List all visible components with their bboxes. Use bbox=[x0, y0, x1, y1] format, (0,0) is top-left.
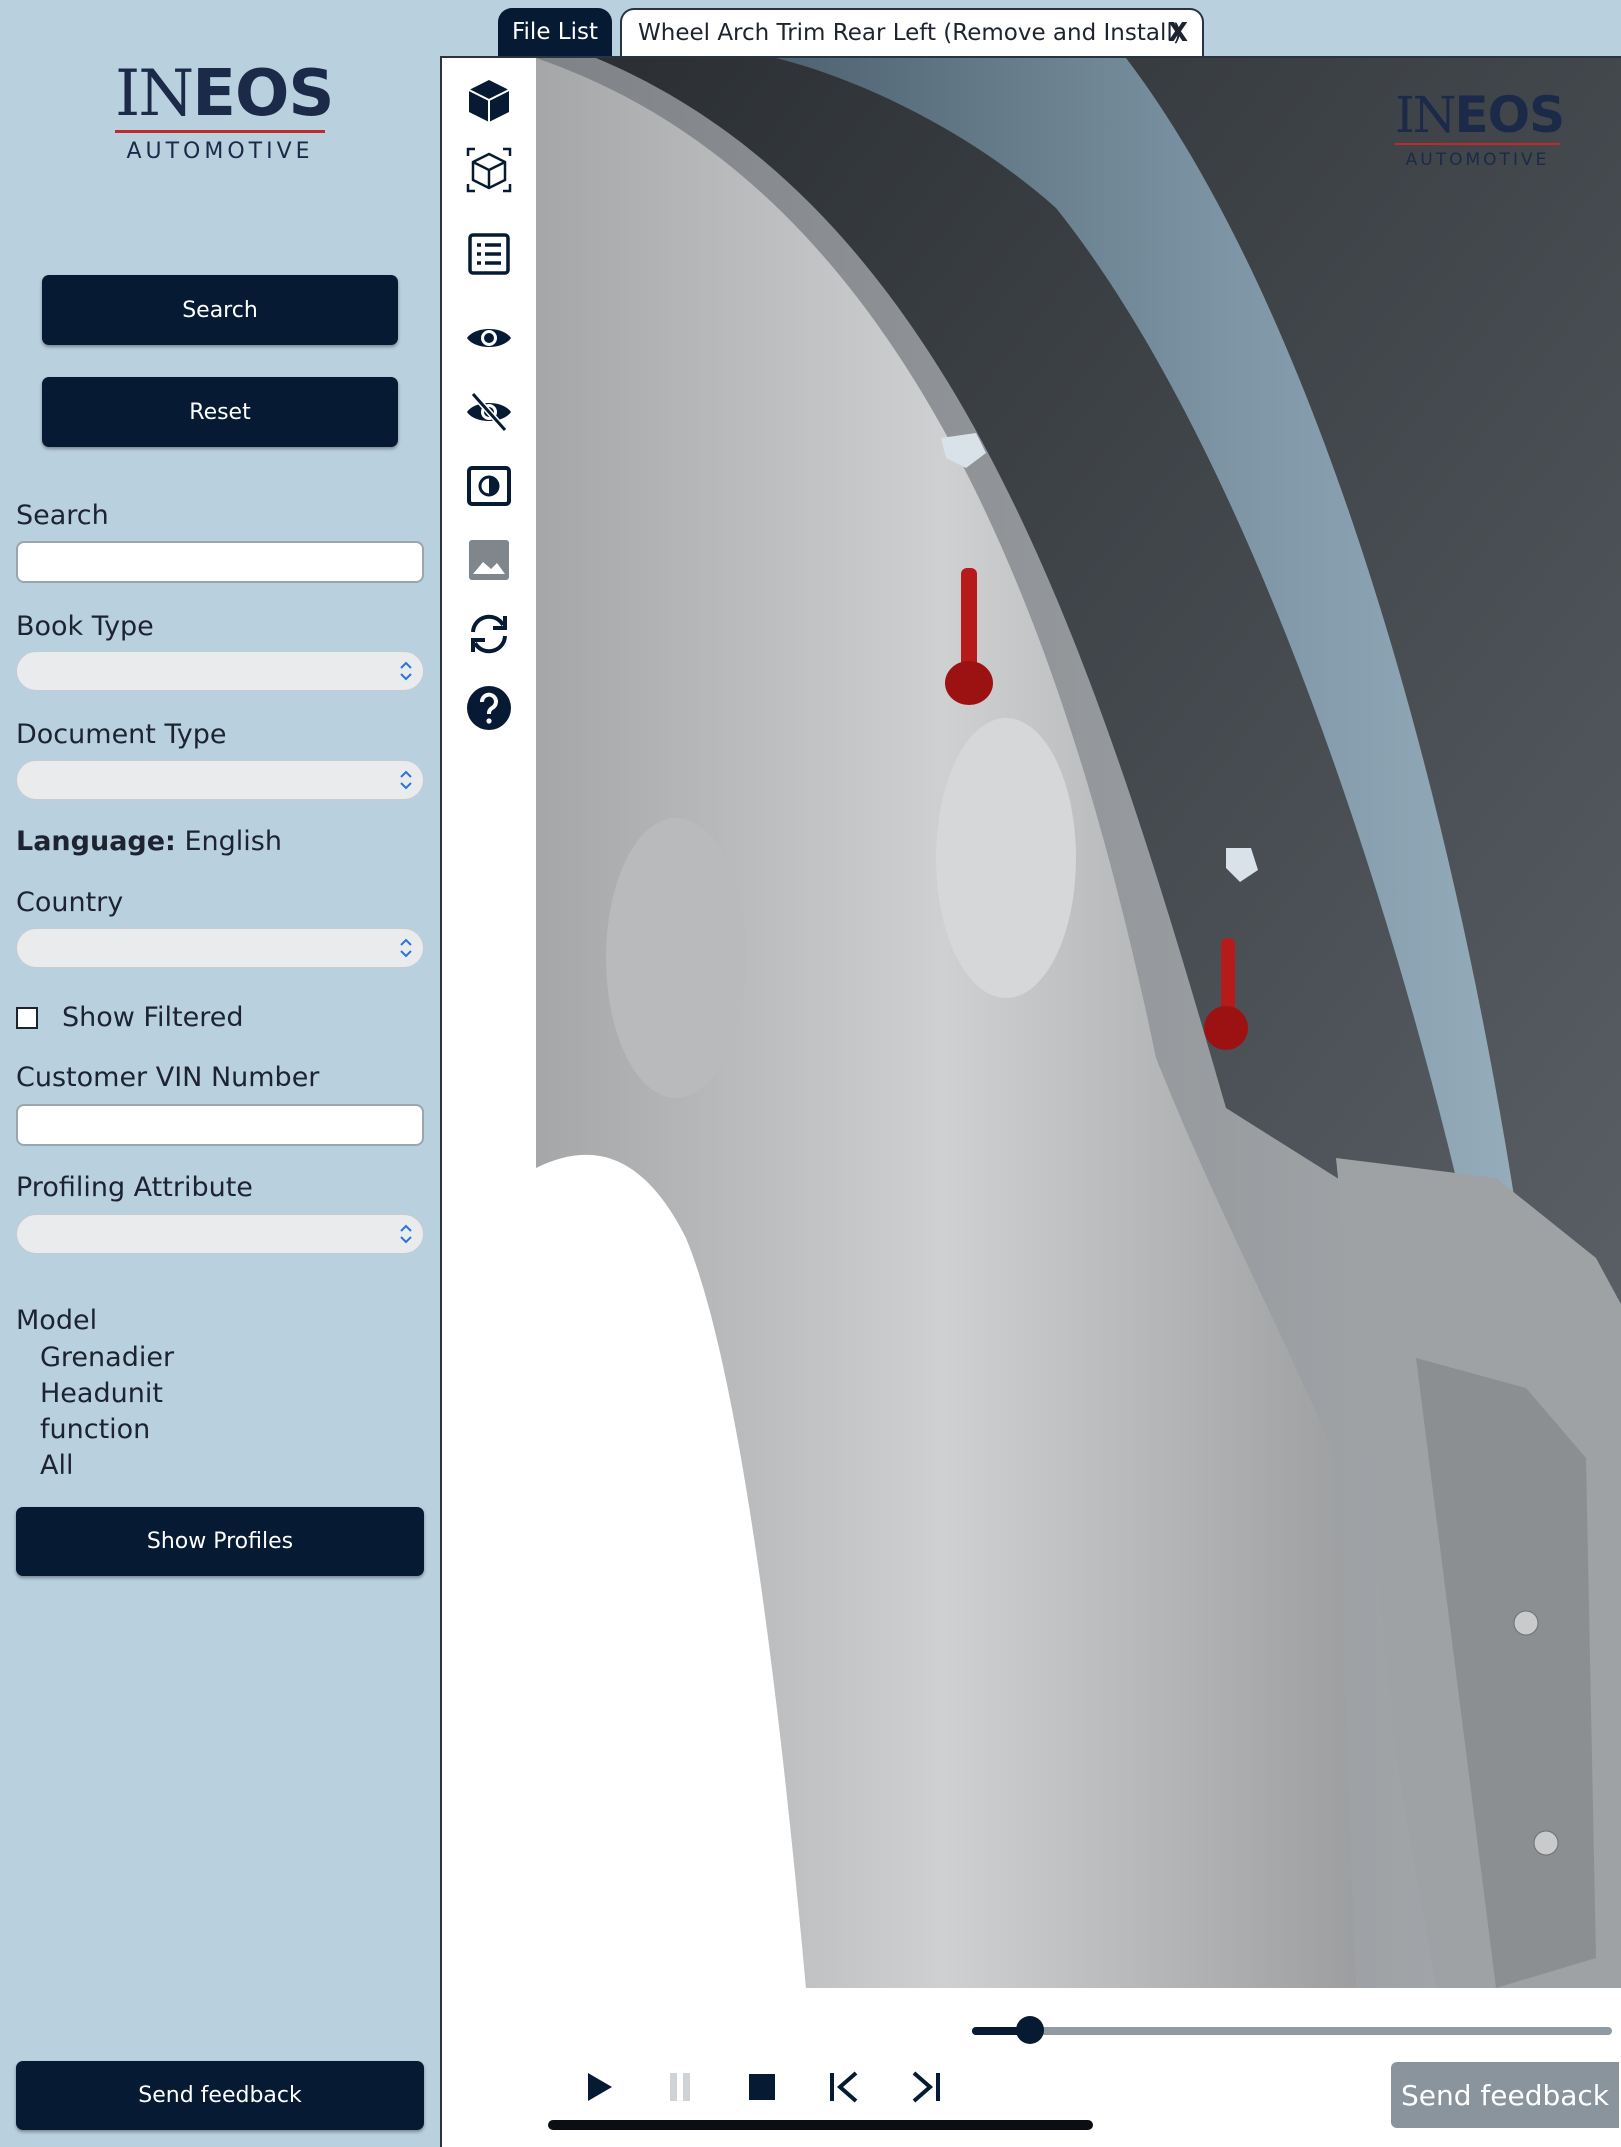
list-item: function bbox=[40, 1414, 151, 1445]
eye-icon[interactable] bbox=[465, 314, 513, 362]
list-item: Headunit bbox=[40, 1378, 163, 1409]
vin-label: Customer VIN Number bbox=[16, 1062, 320, 1093]
search-button[interactable]: Search bbox=[42, 275, 398, 345]
chevron-updown-icon bbox=[400, 661, 412, 681]
show-filtered-label: Show Filtered bbox=[62, 1002, 244, 1033]
solid-cube-icon[interactable] bbox=[465, 76, 513, 124]
country-label: Country bbox=[16, 887, 124, 918]
eye-slash-icon[interactable] bbox=[465, 388, 513, 436]
vin-input[interactable] bbox=[16, 1104, 424, 1146]
ineos-logo-viewer: INEOS AUTOMOTIVE bbox=[1395, 86, 1565, 170]
list-icon[interactable] bbox=[465, 230, 513, 278]
send-feedback-viewer-button[interactable]: Send feedback bbox=[1391, 2062, 1619, 2128]
wireframe-cube-icon[interactable] bbox=[465, 146, 513, 194]
language-row: Language: English bbox=[16, 826, 282, 857]
skip-forward-icon[interactable] bbox=[906, 2067, 946, 2107]
contrast-icon[interactable] bbox=[465, 462, 513, 510]
show-profiles-button[interactable]: Show Profiles bbox=[16, 1507, 424, 1576]
language-value: English bbox=[184, 826, 282, 857]
book-type-label: Book Type bbox=[16, 611, 154, 642]
search-label: Search bbox=[16, 500, 109, 531]
profiling-attribute-label: Profiling Attribute bbox=[16, 1172, 253, 1203]
country-select[interactable] bbox=[16, 928, 424, 968]
3d-viewer[interactable] bbox=[440, 56, 1621, 2147]
help-icon[interactable] bbox=[465, 684, 513, 732]
3d-model-canvas[interactable] bbox=[536, 58, 1621, 1988]
book-type-select[interactable] bbox=[16, 651, 424, 691]
language-label: Language: bbox=[16, 826, 176, 857]
document-type-label: Document Type bbox=[16, 719, 227, 750]
chevron-updown-icon bbox=[400, 1224, 412, 1244]
close-tab-button[interactable]: X bbox=[1168, 10, 1188, 56]
pause-icon[interactable] bbox=[660, 2067, 700, 2107]
horizontal-scrollbar[interactable] bbox=[548, 2120, 1093, 2130]
profiling-attribute-select[interactable] bbox=[16, 1214, 424, 1254]
chevron-updown-icon bbox=[400, 770, 412, 790]
play-icon[interactable] bbox=[578, 2067, 618, 2107]
list-item: Grenadier bbox=[40, 1342, 175, 1373]
list-item: All bbox=[40, 1450, 74, 1481]
skip-back-icon[interactable] bbox=[824, 2067, 864, 2107]
tab-document[interactable]: Wheel Arch Trim Rear Left (Remove and In… bbox=[620, 8, 1204, 56]
playback-progress-slider[interactable] bbox=[972, 2016, 1612, 2044]
document-type-select[interactable] bbox=[16, 760, 424, 800]
sidebar: INEOS AUTOMOTIVE Search Reset Search Boo… bbox=[0, 0, 440, 2147]
viewer-toolbar bbox=[442, 58, 536, 1182]
image-icon[interactable] bbox=[465, 536, 513, 584]
stop-icon[interactable] bbox=[742, 2067, 782, 2107]
model-list: Grenadier Headunit function All bbox=[40, 1340, 174, 1484]
chevron-updown-icon bbox=[400, 938, 412, 958]
model-label: Model bbox=[16, 1305, 98, 1336]
search-input[interactable] bbox=[16, 541, 424, 583]
refresh-icon[interactable] bbox=[465, 610, 513, 658]
progress-thumb[interactable] bbox=[1015, 2016, 1044, 2044]
ineos-logo: INEOS AUTOMOTIVE bbox=[115, 57, 335, 164]
send-feedback-button[interactable]: Send feedback bbox=[16, 2061, 424, 2130]
show-filtered-checkbox[interactable] bbox=[16, 1007, 38, 1029]
tab-file-list[interactable]: File List bbox=[498, 8, 612, 56]
tab-document-title: Wheel Arch Trim Rear Left (Remove and In… bbox=[638, 20, 1182, 46]
reset-button[interactable]: Reset bbox=[42, 377, 398, 447]
